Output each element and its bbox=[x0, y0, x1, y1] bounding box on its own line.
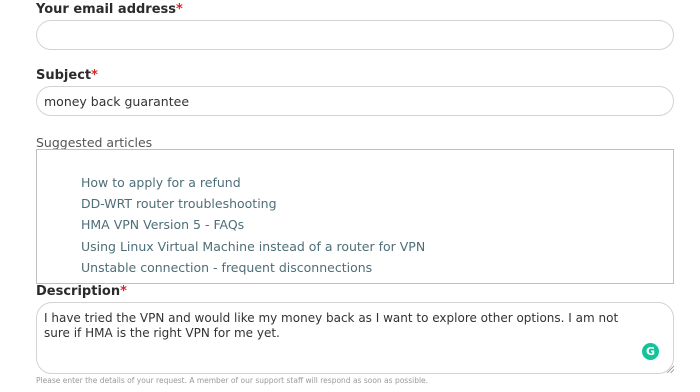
subject-label: Subject* bbox=[36, 68, 98, 83]
description-label-text: Description bbox=[36, 284, 121, 299]
suggested-articles-box: How to apply for a refund DD-WRT router … bbox=[36, 149, 674, 284]
email-label: Your email address* bbox=[36, 2, 183, 17]
subject-value: money back guarantee bbox=[44, 94, 190, 109]
suggested-article-link[interactable]: How to apply for a refund bbox=[81, 172, 425, 193]
required-asterisk: * bbox=[120, 284, 127, 299]
subject-label-text: Subject bbox=[36, 68, 92, 83]
suggested-article-link[interactable]: HMA VPN Version 5 - FAQs bbox=[81, 214, 425, 235]
email-field[interactable] bbox=[36, 20, 674, 50]
description-label: Description* bbox=[36, 284, 127, 299]
email-label-text: Your email address bbox=[36, 2, 177, 17]
description-textarea[interactable]: I have tried the VPN and would like my m… bbox=[36, 302, 674, 374]
grammarly-icon[interactable]: G bbox=[642, 343, 659, 360]
suggested-articles-list: How to apply for a refund DD-WRT router … bbox=[81, 172, 425, 278]
suggested-article-link[interactable]: Unstable connection - frequent disconnec… bbox=[81, 257, 425, 278]
subject-field[interactable]: money back guarantee bbox=[36, 86, 674, 116]
required-asterisk: * bbox=[91, 68, 98, 83]
support-request-form: Your email address* Subject* money back … bbox=[0, 0, 700, 392]
suggested-article-link[interactable]: Using Linux Virtual Machine instead of a… bbox=[81, 236, 425, 257]
required-asterisk: * bbox=[176, 2, 183, 17]
resize-handle-icon[interactable] bbox=[666, 365, 674, 373]
description-value: I have tried the VPN and would like my m… bbox=[44, 311, 619, 340]
suggested-articles-label: Suggested articles bbox=[36, 135, 153, 150]
suggested-article-link[interactable]: DD-WRT router troubleshooting bbox=[81, 193, 425, 214]
description-help-text: Please enter the details of your request… bbox=[36, 376, 429, 385]
